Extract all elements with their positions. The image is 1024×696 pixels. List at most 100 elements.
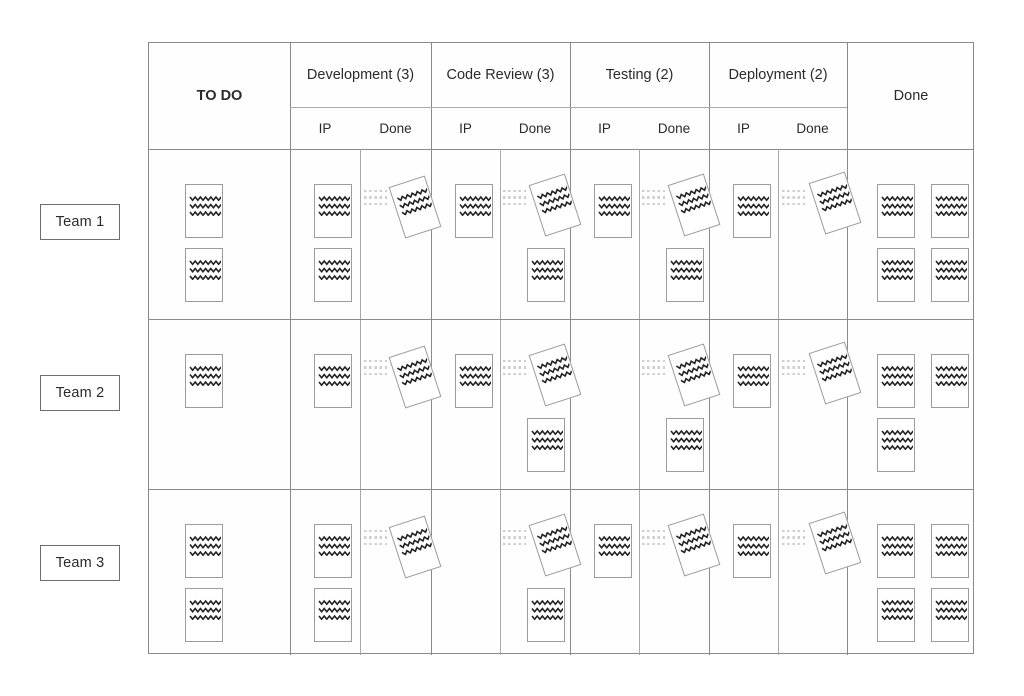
dashed-trace-row bbox=[503, 542, 529, 545]
dashed-trace-row bbox=[782, 202, 808, 205]
zigzag-lines-icon bbox=[674, 184, 712, 214]
dashed-trace-row bbox=[364, 542, 390, 545]
zigzag-lines-icon bbox=[189, 258, 222, 281]
work-item-card-tilted[interactable] bbox=[808, 511, 862, 575]
work-item-card[interactable] bbox=[314, 184, 352, 238]
work-item-card[interactable] bbox=[185, 524, 223, 578]
zigzag-lines-icon bbox=[935, 598, 968, 621]
dashed-trace-icon bbox=[503, 530, 529, 551]
dashed-trace-row bbox=[503, 190, 529, 193]
work-item-card[interactable] bbox=[877, 418, 915, 472]
zigzag-lines-icon bbox=[459, 194, 492, 217]
zigzag-lines-icon bbox=[881, 598, 914, 621]
zigzag-lines-icon bbox=[189, 598, 222, 621]
work-item-card-tilted[interactable] bbox=[528, 173, 582, 237]
dashed-trace-row bbox=[503, 530, 529, 533]
work-item-card-tilted[interactable] bbox=[667, 343, 721, 407]
work-item-card[interactable] bbox=[185, 248, 223, 302]
work-item-card[interactable] bbox=[455, 184, 493, 238]
zigzag-lines-icon bbox=[674, 524, 712, 554]
work-item-card[interactable] bbox=[877, 588, 915, 642]
zigzag-lines-icon bbox=[737, 364, 770, 387]
work-item-card[interactable] bbox=[877, 248, 915, 302]
zigzag-lines-icon bbox=[670, 428, 703, 451]
zigzag-lines-icon bbox=[881, 534, 914, 557]
work-item-card[interactable] bbox=[877, 354, 915, 408]
work-item-card-tilted[interactable] bbox=[667, 513, 721, 577]
dashed-trace-row bbox=[642, 366, 668, 369]
work-item-card[interactable] bbox=[185, 354, 223, 408]
row-label-team-1[interactable]: Team 1 bbox=[40, 204, 120, 240]
work-item-card-tilted[interactable] bbox=[667, 173, 721, 237]
dashed-trace-icon bbox=[782, 360, 808, 381]
work-item-card[interactable] bbox=[666, 418, 704, 472]
work-item-card[interactable] bbox=[314, 588, 352, 642]
work-item-card[interactable] bbox=[185, 184, 223, 238]
work-item-card-tilted[interactable] bbox=[388, 515, 442, 579]
row-label-team-3[interactable]: Team 3 bbox=[40, 545, 120, 581]
dashed-trace-icon bbox=[503, 190, 529, 211]
dashed-trace-row bbox=[642, 202, 668, 205]
dashed-trace-row bbox=[642, 372, 668, 375]
work-item-card[interactable] bbox=[314, 354, 352, 408]
work-item-card-tilted[interactable] bbox=[808, 171, 862, 235]
dashed-trace-row bbox=[782, 360, 808, 363]
zigzag-lines-icon bbox=[935, 364, 968, 387]
dashed-trace-row bbox=[782, 196, 808, 199]
work-item-card[interactable] bbox=[733, 524, 771, 578]
board-table: TO DO Development (3) IP Done Code Revie… bbox=[148, 42, 974, 655]
zigzag-lines-icon bbox=[395, 356, 433, 386]
work-item-card[interactable] bbox=[877, 524, 915, 578]
work-item-card[interactable] bbox=[314, 248, 352, 302]
zigzag-lines-icon bbox=[815, 522, 853, 552]
work-item-card[interactable] bbox=[527, 418, 565, 472]
dashed-trace-row bbox=[503, 366, 529, 369]
dashed-trace-row bbox=[503, 372, 529, 375]
work-item-card[interactable] bbox=[733, 184, 771, 238]
dashed-trace-row bbox=[782, 372, 808, 375]
work-item-card[interactable] bbox=[185, 588, 223, 642]
dashed-trace-row bbox=[364, 530, 390, 533]
work-item-card-tilted[interactable] bbox=[388, 345, 442, 409]
dashed-trace-row bbox=[782, 542, 808, 545]
work-item-card[interactable] bbox=[594, 184, 632, 238]
zigzag-lines-icon bbox=[531, 428, 564, 451]
zigzag-lines-icon bbox=[318, 364, 351, 387]
work-item-card[interactable] bbox=[455, 354, 493, 408]
zigzag-lines-icon bbox=[318, 598, 351, 621]
dashed-trace-row bbox=[642, 196, 668, 199]
work-item-card[interactable] bbox=[666, 248, 704, 302]
work-item-card-tilted[interactable] bbox=[528, 513, 582, 577]
zigzag-lines-icon bbox=[318, 534, 351, 557]
dashed-trace-row bbox=[642, 536, 668, 539]
work-item-card[interactable] bbox=[527, 588, 565, 642]
work-item-card-tilted[interactable] bbox=[528, 343, 582, 407]
work-item-card[interactable] bbox=[931, 524, 969, 578]
row-label-team-2[interactable]: Team 2 bbox=[40, 375, 120, 411]
work-item-card[interactable] bbox=[594, 524, 632, 578]
zigzag-lines-icon bbox=[670, 258, 703, 281]
dashed-trace-row bbox=[782, 190, 808, 193]
dashed-trace-icon bbox=[364, 530, 390, 551]
zigzag-lines-icon bbox=[318, 258, 351, 281]
dashed-trace-icon bbox=[642, 190, 668, 211]
work-item-card[interactable] bbox=[931, 588, 969, 642]
work-item-card[interactable] bbox=[931, 354, 969, 408]
zigzag-lines-icon bbox=[881, 258, 914, 281]
dashed-trace-icon bbox=[642, 530, 668, 551]
work-item-card-tilted[interactable] bbox=[808, 341, 862, 405]
dashed-trace-row bbox=[642, 530, 668, 533]
work-item-card[interactable] bbox=[527, 248, 565, 302]
work-item-card[interactable] bbox=[931, 248, 969, 302]
work-item-card-tilted[interactable] bbox=[388, 175, 442, 239]
work-item-card[interactable] bbox=[733, 354, 771, 408]
zigzag-lines-icon bbox=[935, 534, 968, 557]
work-item-card[interactable] bbox=[931, 184, 969, 238]
zigzag-lines-icon bbox=[881, 194, 914, 217]
zigzag-lines-icon bbox=[815, 352, 853, 382]
zigzag-lines-icon bbox=[318, 194, 351, 217]
work-item-card[interactable] bbox=[877, 184, 915, 238]
zigzag-lines-icon bbox=[535, 184, 573, 214]
work-item-card[interactable] bbox=[314, 524, 352, 578]
zigzag-lines-icon bbox=[598, 194, 631, 217]
